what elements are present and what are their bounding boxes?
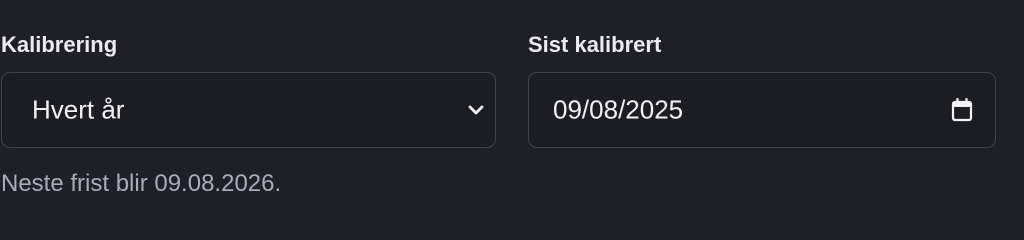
- calibration-form: Kalibrering Hvert år Sist kalibrert 09/0…: [0, 0, 1024, 204]
- calendar-icon-svg: [951, 97, 973, 122]
- calibration-select-value: Hvert år: [32, 94, 125, 125]
- last-calibrated-date-value[interactable]: 09/08/2025: [553, 95, 683, 126]
- calendar-icon[interactable]: [951, 97, 973, 122]
- calibration-label: Kalibrering: [1, 32, 118, 57]
- chevron-down-icon: [467, 101, 485, 119]
- chevron-down-icon-svg: [468, 105, 484, 115]
- calibration-select[interactable]: Hvert år: [1, 72, 496, 148]
- last-calibrated-label: Sist kalibrert: [528, 32, 662, 57]
- next-deadline-hint: Neste frist blir 09.08.2026.: [1, 170, 282, 197]
- last-calibrated-date-input[interactable]: 09/08/2025: [528, 72, 996, 148]
